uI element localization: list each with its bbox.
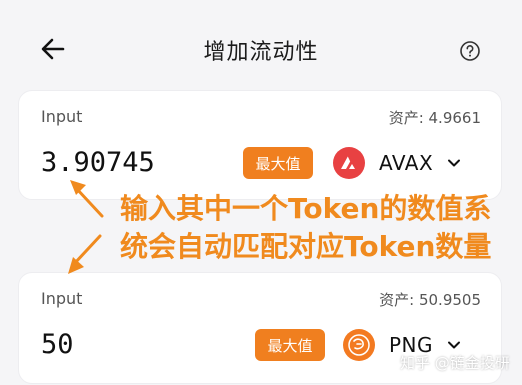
arrow-down-annotation-icon <box>68 234 102 274</box>
arrow-up-annotation-icon <box>70 180 104 218</box>
watermark: 知乎 @链金投研 <box>400 354 510 372</box>
token-name: AVAX <box>379 151 434 175</box>
amount-input[interactable]: 3.90745 <box>41 147 155 178</box>
token-selector-avax[interactable]: AVAX <box>333 145 461 181</box>
input-label: Input <box>41 289 83 308</box>
amount-input[interactable]: 50 <box>41 329 74 360</box>
question-circle-icon <box>460 41 480 61</box>
balance-text: 资产: 50.9505 <box>379 291 481 309</box>
balance-text: 资产: 4.9661 <box>388 109 481 127</box>
annotation-line-1: 输入其中一个Token的数值系 <box>120 192 492 225</box>
annotation-line-2: 统会自动匹配对应Token数量 <box>120 230 492 263</box>
avax-logo-icon <box>333 147 365 179</box>
input-label: Input <box>41 107 83 126</box>
max-button[interactable]: 最大值 <box>255 329 325 361</box>
max-button[interactable]: 最大值 <box>243 147 313 179</box>
png-logo-icon <box>343 329 375 361</box>
page-title: 增加流动性 <box>203 40 319 65</box>
help-button[interactable] <box>459 40 481 62</box>
header: 增加流动性 <box>0 0 522 100</box>
chevron-down-icon <box>448 341 461 349</box>
chevron-down-icon <box>448 159 461 167</box>
